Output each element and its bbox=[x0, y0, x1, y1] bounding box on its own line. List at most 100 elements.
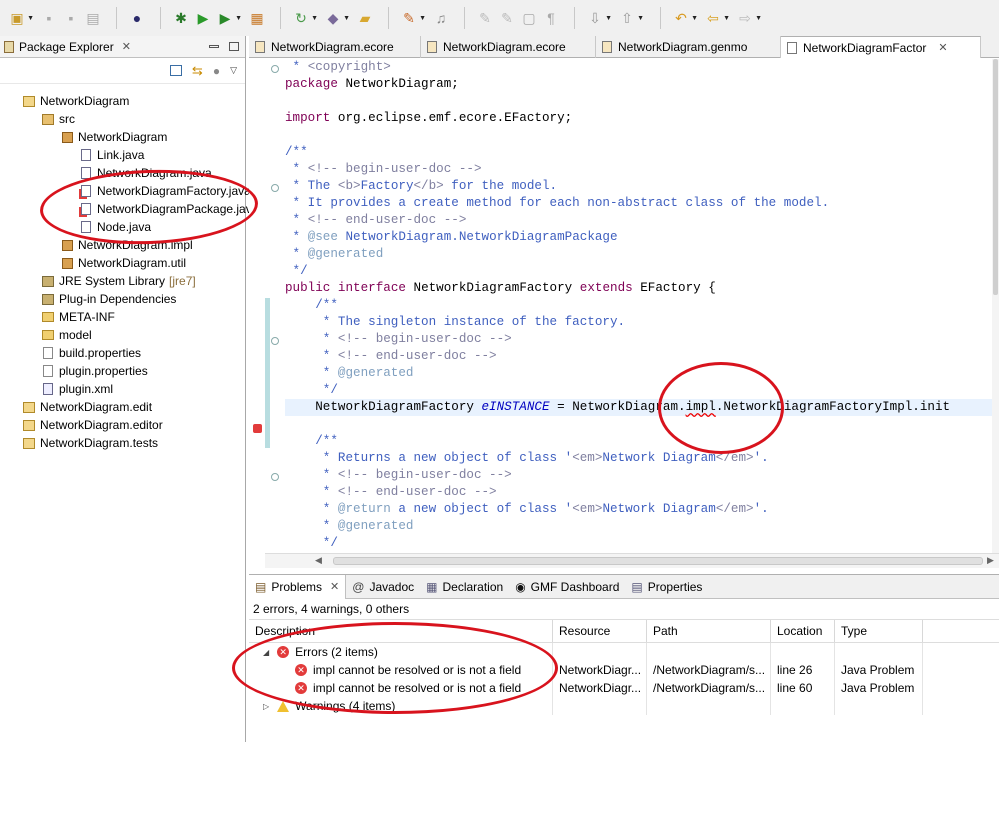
properties-file-icon bbox=[41, 346, 55, 360]
scroll-left-icon[interactable]: ◀ bbox=[315, 555, 322, 566]
chevron-down-icon[interactable]: ▼ bbox=[27, 15, 34, 22]
bottom-tab-problems[interactable]: ▤ Problems ✕ bbox=[249, 574, 347, 599]
pen-icon[interactable]: ✎ bbox=[476, 9, 494, 27]
editor-tab[interactable]: NetworkDiagramFactor ✕ bbox=[781, 36, 981, 58]
bottom-tab-gmf-dashboard[interactable]: ◉ GMF Dashboard bbox=[509, 575, 625, 599]
tree-item[interactable]: NetworkDiagram.java bbox=[79, 164, 212, 182]
fold-toggle-icon[interactable] bbox=[271, 337, 279, 345]
problem-row[interactable]: ✕ impl cannot be resolved or is not a fie… bbox=[249, 661, 999, 679]
bottom-tab-declaration[interactable]: ▦ Declaration bbox=[420, 575, 509, 599]
collapsed-toggle-icon[interactable]: ▷ bbox=[263, 702, 269, 711]
minimize-icon[interactable] bbox=[209, 45, 219, 48]
chevron-down-icon[interactable]: ▼ bbox=[419, 15, 426, 22]
scroll-thumb[interactable] bbox=[993, 59, 998, 295]
fold-toggle-icon[interactable] bbox=[271, 184, 279, 192]
package-explorer-title[interactable]: Package Explorer bbox=[19, 40, 114, 54]
editor-tab[interactable]: NetworkDiagram.ecore bbox=[421, 36, 596, 58]
expanded-toggle-icon[interactable]: ◢ bbox=[263, 648, 269, 657]
maximize-icon[interactable] bbox=[229, 42, 239, 51]
open-folder-icon[interactable]: ▰ bbox=[356, 9, 374, 27]
pencil-icon[interactable]: ✎ bbox=[498, 9, 516, 27]
tree-item[interactable]: NetworkDiagram.impl bbox=[60, 236, 193, 254]
prev-annotation-icon[interactable]: ⇧ ▼ bbox=[618, 9, 644, 27]
debug-icon[interactable]: ✱ bbox=[172, 9, 190, 27]
eclipse-icon[interactable]: ● bbox=[128, 9, 146, 27]
save-all-icon[interactable]: ▪ bbox=[62, 9, 80, 27]
column-header-description[interactable]: Description bbox=[249, 620, 553, 642]
error-icon: ✕ bbox=[277, 646, 290, 658]
problem-row[interactable]: ✕ impl cannot be resolved or is not a fie… bbox=[249, 679, 999, 697]
chevron-down-icon[interactable]: ▽ bbox=[230, 65, 237, 76]
tree-item[interactable]: META-INF bbox=[41, 308, 115, 326]
tree-item[interactable]: NetworkDiagram bbox=[22, 92, 129, 110]
fold-toggle-icon[interactable] bbox=[271, 65, 279, 73]
column-header-path[interactable]: Path bbox=[647, 620, 771, 642]
tree-item[interactable]: NetworkDiagramFactory.java bbox=[79, 182, 251, 200]
bottom-tab-properties[interactable]: ▤ Properties bbox=[625, 575, 708, 599]
refresh-icon[interactable]: ↻ ▼ bbox=[292, 9, 318, 27]
editor-tab[interactable]: NetworkDiagram.ecore bbox=[249, 36, 421, 58]
tree-item[interactable]: NetworkDiagram.editor bbox=[22, 416, 163, 434]
error-marker-icon[interactable] bbox=[253, 424, 262, 433]
tree-item[interactable]: Node.java bbox=[79, 218, 151, 236]
code-line: * @generated bbox=[285, 247, 384, 261]
forward-icon[interactable]: ⇨ ▼ bbox=[736, 9, 762, 27]
print-icon[interactable]: ▤ bbox=[84, 9, 102, 27]
tree-item[interactable]: NetworkDiagram bbox=[60, 128, 167, 146]
new-package-icon[interactable]: ▦ bbox=[248, 9, 266, 27]
collapse-all-icon[interactable] bbox=[169, 65, 182, 76]
last-edit-icon[interactable]: ↶ ▼ bbox=[672, 9, 698, 27]
chevron-down-icon[interactable]: ▼ bbox=[605, 15, 612, 22]
back-icon[interactable]: ⇦ ▼ bbox=[704, 9, 730, 27]
save-icon[interactable]: ▪ bbox=[40, 9, 58, 27]
editor-vertical-scrollbar[interactable] bbox=[992, 59, 999, 553]
problem-group-row[interactable]: ◢ ✕ Errors (2 items) bbox=[249, 643, 999, 661]
tree-item[interactable]: NetworkDiagram.tests bbox=[22, 434, 158, 452]
block-icon[interactable]: ▢ bbox=[520, 9, 538, 27]
tree-item[interactable]: plugin.properties bbox=[41, 362, 148, 380]
tree-item[interactable]: Plug-in Dependencies bbox=[41, 290, 176, 308]
search-icon[interactable]: ✎ ▼ bbox=[400, 9, 426, 27]
annotation-icon[interactable]: ♫ bbox=[432, 9, 450, 27]
open-type-icon[interactable]: ◆ ▼ bbox=[324, 9, 350, 27]
new-icon[interactable]: ▣ ▼ bbox=[8, 9, 34, 27]
chevron-down-icon[interactable]: ▼ bbox=[755, 15, 762, 22]
tree-item[interactable]: Link.java bbox=[79, 146, 144, 164]
bottom-tab-javadoc[interactable]: @ Javadoc bbox=[346, 575, 420, 599]
editor-horizontal-scrollbar[interactable]: ◀ ▶ bbox=[265, 553, 999, 568]
scroll-right-icon[interactable]: ▶ bbox=[987, 555, 994, 566]
tree-item[interactable]: NetworkDiagramPackage.java bbox=[79, 200, 258, 218]
close-icon[interactable]: ✕ bbox=[938, 41, 947, 54]
tree-item[interactable]: src bbox=[41, 110, 75, 128]
chevron-down-icon[interactable]: ▼ bbox=[637, 15, 644, 22]
tree-item-label: NetworkDiagram.editor bbox=[40, 418, 163, 432]
tree-item[interactable]: plugin.xml bbox=[41, 380, 113, 398]
view-menu-icon[interactable]: ● bbox=[213, 64, 220, 78]
external-tools-icon[interactable]: ▶ ▼ bbox=[216, 9, 242, 27]
scroll-thumb[interactable] bbox=[333, 557, 983, 565]
tree-item[interactable]: NetworkDiagram.util bbox=[60, 254, 186, 272]
next-annotation-icon[interactable]: ⇩ ▼ bbox=[586, 9, 612, 27]
editor-tab[interactable]: NetworkDiagram.genmo bbox=[596, 36, 781, 58]
chevron-down-icon[interactable]: ▼ bbox=[343, 15, 350, 22]
column-header-resource[interactable]: Resource bbox=[553, 620, 647, 642]
chevron-down-icon[interactable]: ▼ bbox=[723, 15, 730, 22]
tree-item[interactable]: model bbox=[41, 326, 92, 344]
chevron-down-icon[interactable]: ▼ bbox=[235, 15, 242, 22]
close-icon[interactable]: ✕ bbox=[330, 580, 339, 593]
pilcrow-icon[interactable]: ¶ bbox=[542, 9, 560, 27]
run-icon[interactable]: ▶ bbox=[194, 9, 212, 27]
tree-item[interactable]: JRE System Library [jre7] bbox=[41, 272, 196, 290]
column-header-type[interactable]: Type bbox=[835, 620, 923, 642]
problem-group-row[interactable]: ▷ Warnings (4 items) bbox=[249, 697, 999, 715]
fold-toggle-icon[interactable] bbox=[271, 473, 279, 481]
problem-location: line 60 bbox=[771, 679, 835, 697]
code-area[interactable]: * <copyright> package NetworkDiagram; impo… bbox=[285, 59, 997, 569]
chevron-down-icon[interactable]: ▼ bbox=[691, 15, 698, 22]
column-header-location[interactable]: Location bbox=[771, 620, 835, 642]
chevron-down-icon[interactable]: ▼ bbox=[311, 15, 318, 22]
tree-item[interactable]: NetworkDiagram.edit bbox=[22, 398, 152, 416]
link-with-editor-icon[interactable]: ⇆ bbox=[192, 63, 203, 79]
close-icon[interactable]: ✕ bbox=[122, 40, 131, 53]
tree-item[interactable]: build.properties bbox=[41, 344, 141, 362]
